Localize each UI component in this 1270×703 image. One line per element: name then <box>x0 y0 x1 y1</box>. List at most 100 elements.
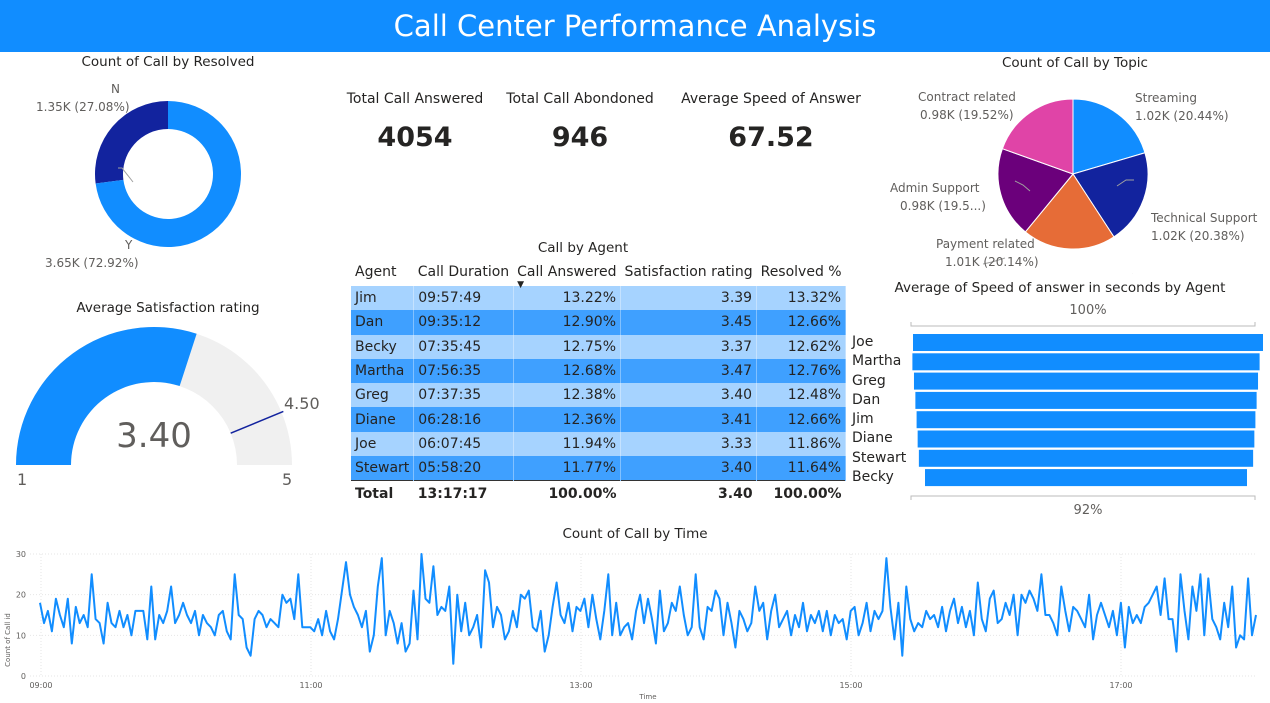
cell-resolved: 12.66% <box>756 310 847 335</box>
funnel-bar[interactable] <box>916 411 1256 429</box>
kpi-speed-value: 67.52 <box>728 122 814 153</box>
speed-funnel-chart[interactable] <box>905 318 1265 518</box>
topic-pie-chart[interactable] <box>870 74 1270 274</box>
col-call-duration[interactable]: Call Duration <box>414 258 513 286</box>
funnel-bar[interactable] <box>918 449 1254 467</box>
kpi-speed-title: Average Speed of Answer <box>681 91 861 107</box>
kpi-answered-value: 4054 <box>377 122 453 153</box>
pie-label-technical-value: 1.02K (20.38%) <box>1151 229 1245 243</box>
table-row[interactable]: Becky 07:35:45 12.75% 3.37 12.62% <box>351 334 847 359</box>
pie-label-payment-value: 1.01K (20.14%) <box>945 255 1039 269</box>
funnel-bar[interactable] <box>913 334 1263 351</box>
cell-satisfaction: 3.40 <box>620 383 758 408</box>
cell-agent: Greg <box>351 383 415 408</box>
funnel-bar[interactable] <box>915 391 1257 409</box>
pie-label-payment-name: Payment related <box>936 237 1035 251</box>
table-total-row: Total 13:17:17 100.00% 3.40 100.00% <box>351 480 846 508</box>
col-call-answered[interactable]: Call Answered ▼ <box>513 258 620 290</box>
table-row[interactable]: Diane 06:28:16 12.36% 3.41 12.66% <box>351 407 847 432</box>
funnel-agent-name: Jim <box>852 411 874 428</box>
cell-duration: 09:57:49 <box>413 286 514 311</box>
col-satisfaction[interactable]: Satisfaction rating <box>621 258 757 286</box>
cell-agent: Martha <box>351 358 415 384</box>
gauge-max: 5 <box>282 470 293 489</box>
total-answered: 100.00% <box>513 480 621 508</box>
cell-resolved: 12.62% <box>756 334 847 359</box>
donut-label-y-name: Y <box>125 238 133 252</box>
gauge-value: 3.40 <box>116 416 192 456</box>
pie-label-streaming-value: 1.02K (20.44%) <box>1135 109 1229 123</box>
funnel-agent-name: Joe <box>852 334 874 350</box>
col-call-answered-label: Call Answered <box>517 264 617 280</box>
kpi-abandoned-value: 946 <box>551 122 609 153</box>
funnel-agent-name: Becky <box>852 469 894 486</box>
y-tick-label: 10 <box>16 631 26 640</box>
cell-satisfaction: 3.39 <box>620 286 758 311</box>
cell-resolved: 11.64% <box>756 456 847 481</box>
sort-descending-icon: ▼ <box>517 280 525 290</box>
table-row[interactable]: Dan 09:35:12 12.90% 3.45 12.66% <box>351 310 847 335</box>
x-tick-label: 17:00 <box>1109 681 1132 690</box>
funnel-agent-name: Greg <box>852 372 886 389</box>
total-resolved: 100.00% <box>756 480 846 508</box>
funnel-top-bracket <box>910 322 1256 327</box>
cell-resolved: 13.32% <box>756 286 847 311</box>
pie-label-contract-value: 0.98K (19.52%) <box>920 108 1014 122</box>
funnel-bar[interactable] <box>913 372 1259 390</box>
cell-answered: 12.75% <box>513 334 622 359</box>
table-row[interactable]: Martha 07:56:35 12.68% 3.47 12.76% <box>351 358 847 384</box>
col-resolved[interactable]: Resolved % <box>757 258 846 286</box>
cell-agent: Becky <box>351 334 415 359</box>
col-agent[interactable]: Agent <box>351 258 414 286</box>
table-row[interactable]: Stewart 05:58:20 11.77% 3.40 11.64% <box>351 456 847 481</box>
pie-label-streaming-name: Streaming <box>1135 91 1197 105</box>
cell-agent: Dan <box>351 310 415 335</box>
table-header-row: Agent Call Duration Call Answered ▼ Satis… <box>351 258 846 290</box>
gauge-title: Average Satisfaction rating <box>76 300 260 316</box>
kpi-abandoned-title: Total Call Abondoned <box>506 91 654 107</box>
donut-label-n-name: N <box>111 82 120 96</box>
cell-agent: Joe <box>351 431 415 457</box>
cell-satisfaction: 3.45 <box>620 310 758 335</box>
funnel-agent-name: Diane <box>852 430 893 447</box>
cell-resolved: 12.76% <box>756 358 847 384</box>
cell-satisfaction: 3.40 <box>620 456 758 481</box>
cell-satisfaction: 3.37 <box>620 334 758 359</box>
cell-satisfaction: 3.33 <box>620 431 758 457</box>
pie-label-admin-name: Admin Support <box>890 181 980 195</box>
table-row[interactable]: Greg 07:37:35 12.38% 3.40 12.48% <box>351 383 847 408</box>
agent-table-title: Call by Agent <box>537 240 629 256</box>
cell-satisfaction: 3.47 <box>620 358 758 384</box>
cell-duration: 07:37:35 <box>413 383 514 408</box>
table-row[interactable]: Joe 06:07:45 11.94% 3.33 11.86% <box>351 431 847 457</box>
cell-duration: 06:28:16 <box>413 407 514 432</box>
funnel-bar[interactable] <box>917 430 1255 448</box>
donut-label-n-value: 1.35K (27.08%) <box>36 100 130 114</box>
cell-satisfaction: 3.41 <box>620 407 758 432</box>
pie-label-contract-name: Contract related <box>918 90 1016 104</box>
kpi-answered-title: Total Call Answered <box>346 91 484 107</box>
gauge-target-label: 4.50 <box>284 394 320 413</box>
donut-label-y-value: 3.65K (72.92%) <box>45 256 139 270</box>
cell-answered: 12.90% <box>513 310 622 335</box>
y-tick-label: 30 <box>16 550 26 559</box>
series-line[interactable] <box>39 553 1257 665</box>
table-row[interactable]: Jim 09:57:49 13.22% 3.39 13.32% <box>351 286 847 311</box>
cell-duration: 09:35:12 <box>413 310 514 335</box>
funnel-bar[interactable] <box>925 469 1247 487</box>
resolved-chart-title: Count of Call by Resolved <box>81 54 255 70</box>
cell-answered: 12.36% <box>513 407 622 432</box>
cell-duration: 07:35:45 <box>413 334 514 359</box>
count-by-time-line-chart[interactable]: Count of Call id Time 0 10 20 30 09:00 11:00 1… <box>0 545 1270 703</box>
funnel-bar[interactable] <box>912 353 1260 371</box>
funnel-bottom-bracket <box>910 495 1256 500</box>
banner-divider <box>0 52 336 53</box>
funnel-agent-name: Stewart <box>852 449 907 466</box>
cell-duration: 05:58:20 <box>413 456 514 481</box>
cell-resolved: 12.66% <box>756 407 847 432</box>
y-tick-label: 20 <box>16 591 26 600</box>
x-tick-label: 15:00 <box>839 681 862 690</box>
cell-resolved: 11.86% <box>756 431 847 457</box>
pie-label-technical-name: Technical Support <box>1151 211 1258 225</box>
cell-answered: 12.38% <box>513 383 622 408</box>
